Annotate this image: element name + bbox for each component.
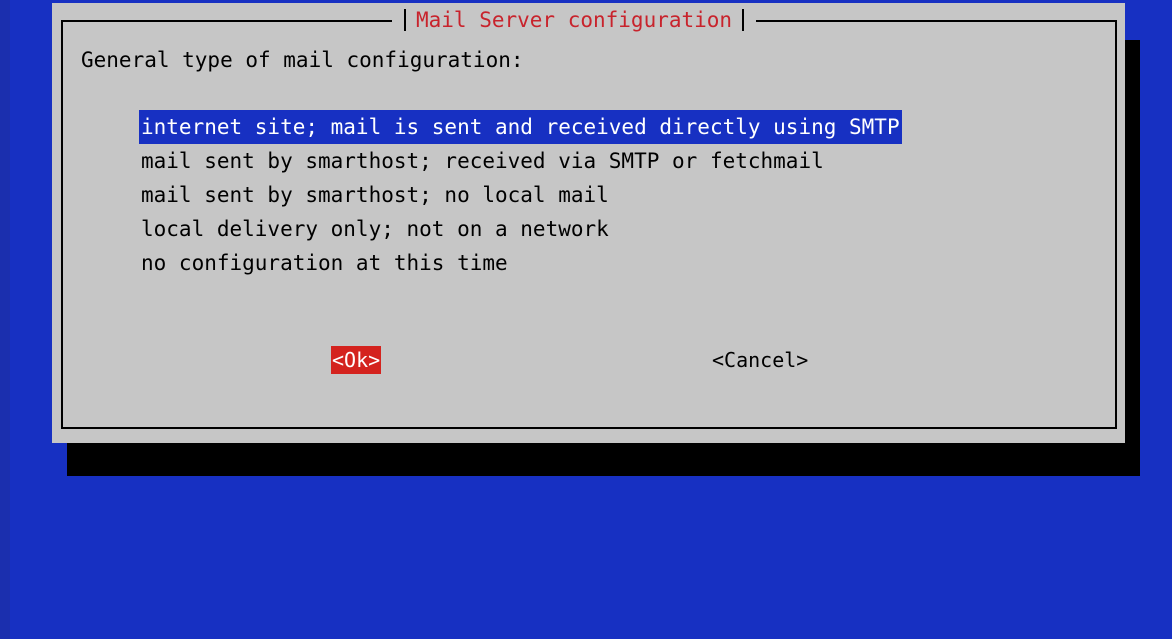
option-label[interactable]: mail sent by smarthost; no local mail bbox=[139, 183, 611, 207]
terminal-screen: Mail Server configuration General type o… bbox=[0, 0, 1172, 639]
dialog-prompt: General type of mail configuration: bbox=[81, 48, 524, 72]
menu-option[interactable]: mail sent by smarthost; received via SMT… bbox=[139, 144, 902, 178]
mail-server-dialog: Mail Server configuration General type o… bbox=[52, 3, 1125, 443]
mail-type-menu: internet site; mail is sent and received… bbox=[139, 110, 902, 280]
title-left-tick bbox=[404, 9, 406, 31]
title-right-tick bbox=[742, 9, 745, 31]
cancel-button[interactable]: <Cancel> bbox=[712, 346, 808, 374]
menu-option[interactable]: local delivery only; not on a network bbox=[139, 212, 902, 246]
menu-option[interactable]: mail sent by smarthost; no local mail bbox=[139, 178, 902, 212]
option-label[interactable]: mail sent by smarthost; received via SMT… bbox=[139, 149, 826, 173]
terminal-left-edge bbox=[0, 0, 10, 639]
dialog-title: Mail Server configuration bbox=[416, 8, 733, 32]
option-label[interactable]: no configuration at this time bbox=[139, 251, 510, 275]
menu-option[interactable]: no configuration at this time bbox=[139, 246, 902, 280]
ok-button[interactable]: <Ok> bbox=[331, 346, 382, 374]
dialog-title-bar: Mail Server configuration bbox=[392, 3, 757, 37]
option-label[interactable]: internet site; mail is sent and received… bbox=[139, 110, 902, 144]
option-label[interactable]: local delivery only; not on a network bbox=[139, 217, 611, 241]
menu-option[interactable]: internet site; mail is sent and received… bbox=[139, 110, 902, 144]
